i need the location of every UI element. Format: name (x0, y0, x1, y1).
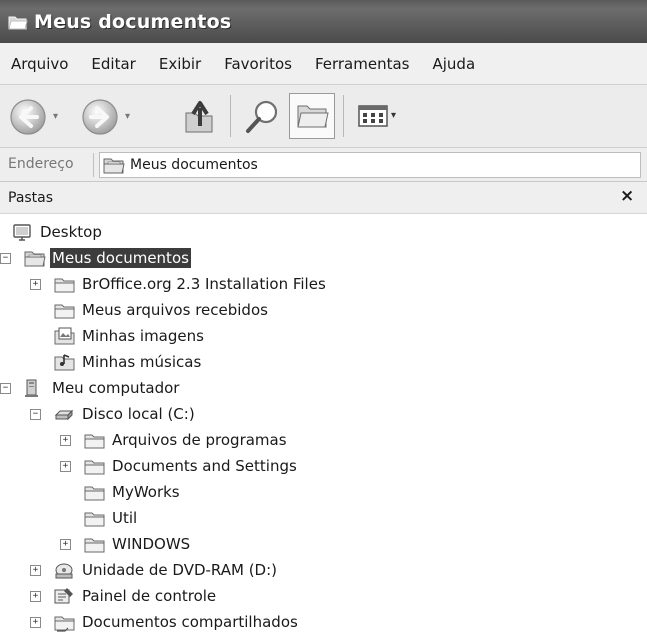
tree-item[interactable]: + BrOffice.org 2.3 Installation Files (0, 272, 647, 296)
folder-open-icon (8, 16, 28, 29)
address-separator (93, 153, 94, 177)
folders-pane-header: Pastas × (0, 182, 647, 214)
tree-item-label: Desktop (40, 223, 102, 241)
tree-item[interactable]: + WINDOWS (0, 532, 647, 556)
menu-exibir[interactable]: Exibir (158, 53, 202, 75)
tree-item[interactable]: MyWorks (0, 480, 647, 504)
address-value: Meus documentos (130, 157, 258, 173)
tree-item-label: Unidade de DVD-RAM (D:) (82, 561, 278, 579)
folder-icon (84, 434, 105, 449)
toolbar-separator (230, 95, 231, 137)
tree-item[interactable]: + Painel de controle (0, 584, 647, 608)
tree-item-label: Disco local (C:) (82, 405, 195, 423)
collapse-icon[interactable]: − (0, 253, 11, 264)
tree-item-label: Painel de controle (82, 587, 217, 605)
tree-item-label: Minhas imagens (82, 327, 204, 345)
computer-icon (25, 379, 38, 397)
menu-editar[interactable]: Editar (90, 53, 136, 75)
views-icon[interactable] (358, 105, 388, 127)
search-icon[interactable] (242, 98, 282, 136)
folders-button[interactable] (289, 93, 335, 139)
folder-icon (84, 460, 105, 475)
tree-item-label: Arquivos de programas (112, 431, 287, 449)
tree-item-label: Minhas músicas (82, 353, 202, 371)
menu-bar: Arquivo Editar Exibir Favoritos Ferramen… (0, 43, 647, 85)
address-label: Endereço (8, 156, 74, 172)
folders-icon (297, 105, 329, 128)
tree-item-label: Util (112, 509, 138, 527)
dvd-drive-icon (55, 563, 73, 579)
expand-icon[interactable]: + (60, 435, 71, 446)
forward-icon[interactable] (80, 97, 120, 137)
my-documents-icon (24, 251, 46, 267)
tree-item-label: Meus documentos (50, 248, 191, 268)
tree-item[interactable]: + Unidade de DVD-RAM (D:) (0, 558, 647, 582)
expand-icon[interactable]: + (60, 539, 71, 550)
window-title: Meus documentos (34, 10, 232, 33)
folder-icon (84, 486, 105, 501)
expand-icon[interactable]: + (30, 279, 41, 290)
tree-item-label: Documentos compartilhados (82, 613, 298, 631)
folder-icon (84, 512, 105, 527)
tree-item-label: BrOffice.org 2.3 Installation Files (82, 275, 326, 293)
my-documents-icon (103, 158, 125, 174)
collapse-icon[interactable]: − (30, 409, 41, 420)
views-dropdown-icon[interactable]: ▾ (391, 110, 396, 121)
folder-tree: Desktop − Meus documentos + BrOffice.org 2.3… (0, 214, 647, 632)
tree-item-label: Meus arquivos recebidos (82, 301, 268, 319)
expand-icon[interactable]: + (30, 565, 41, 576)
address-bar: Endereço Meus documentos (0, 148, 647, 182)
tree-item[interactable]: Meus arquivos recebidos (0, 298, 647, 322)
toolbar: ▾ ▾ ▾ (0, 85, 647, 148)
tree-item[interactable]: + Documents and Settings (0, 454, 647, 478)
title-bar[interactable]: Meus documentos (0, 0, 647, 43)
expand-icon[interactable]: + (30, 591, 41, 602)
music-folder-icon (54, 354, 75, 371)
expand-icon[interactable]: + (60, 461, 71, 472)
tree-item[interactable]: Util (0, 506, 647, 530)
back-icon[interactable] (8, 97, 48, 137)
folder-icon (84, 538, 105, 553)
toolbar-separator (343, 95, 344, 137)
folder-icon (54, 278, 75, 293)
control-panel-icon (54, 588, 73, 604)
close-icon[interactable]: × (620, 186, 634, 206)
menu-ferramentas[interactable]: Ferramentas (314, 53, 411, 75)
address-input[interactable]: Meus documentos (99, 152, 641, 178)
desktop-icon (13, 224, 31, 241)
back-dropdown-icon[interactable]: ▾ (53, 111, 58, 122)
tree-item[interactable]: + Documentos compartilhados (0, 610, 647, 634)
up-folder-icon[interactable] (180, 98, 220, 136)
folder-icon (54, 304, 75, 319)
tree-item[interactable]: − Meus documentos (0, 246, 647, 270)
tree-item-label: Documents and Settings (112, 457, 297, 475)
tree-item[interactable]: Minhas imagens (0, 324, 647, 348)
collapse-icon[interactable]: − (0, 383, 11, 394)
forward-dropdown-icon[interactable]: ▾ (125, 111, 130, 122)
tree-item-label: Meu computador (52, 379, 180, 397)
tree-item[interactable]: Minhas músicas (0, 350, 647, 374)
menu-favoritos[interactable]: Favoritos (223, 53, 293, 75)
tree-item-label: WINDOWS (112, 535, 191, 553)
tree-item[interactable]: − Meu computador (0, 376, 647, 400)
expand-icon[interactable]: + (30, 617, 41, 628)
hard-drive-icon (54, 409, 74, 421)
shared-folder-icon (54, 616, 75, 632)
tree-item[interactable]: − Disco local (C:) (0, 402, 647, 426)
folders-pane-title: Pastas (8, 190, 54, 206)
pictures-folder-icon (54, 327, 75, 345)
menu-ajuda[interactable]: Ajuda (432, 53, 477, 75)
tree-item-label: MyWorks (112, 483, 180, 501)
tree-item[interactable]: Desktop (0, 220, 647, 244)
menu-arquivo[interactable]: Arquivo (10, 53, 69, 75)
tree-item[interactable]: + Arquivos de programas (0, 428, 647, 452)
